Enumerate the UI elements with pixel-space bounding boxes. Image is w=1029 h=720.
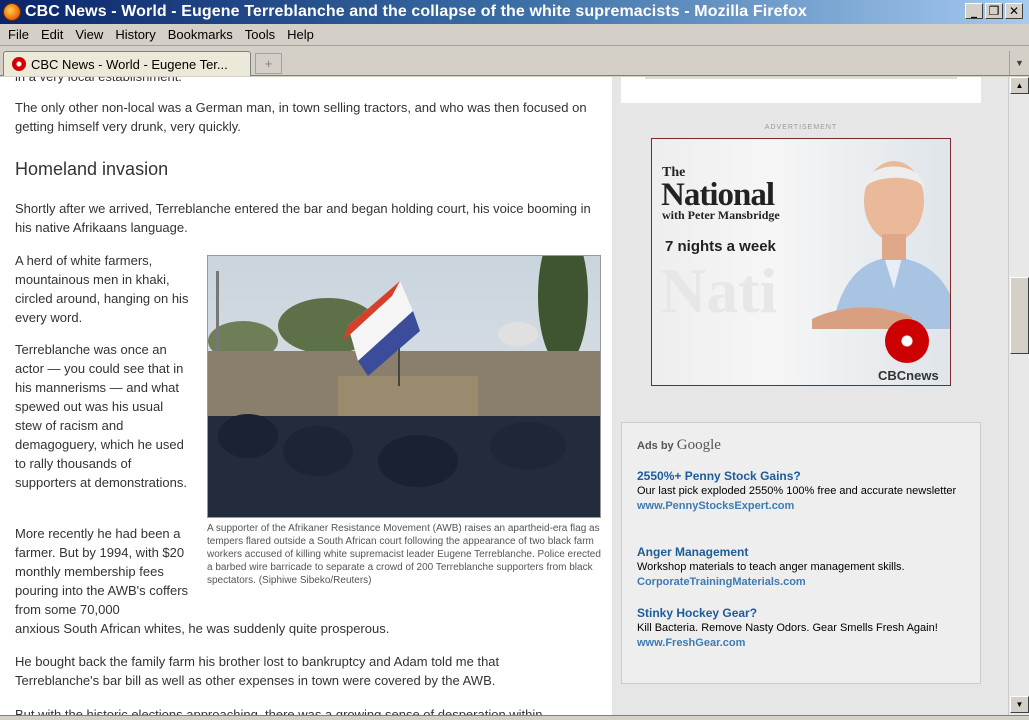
ad-title-link[interactable]: 2550%+ Penny Stock Gains?: [637, 468, 967, 484]
ad-description: Kill Bacteria. Remove Nasty Odors. Gear …: [637, 622, 938, 634]
tab-label: CBC News - World - Eugene Ter...: [31, 56, 228, 72]
article-subheading: Homeland invasion: [15, 159, 169, 179]
article-paragraph: A herd of white farmers, mountainous men…: [15, 253, 189, 325]
menu-bookmarks[interactable]: Bookmarks: [162, 27, 239, 42]
article-paragraph: The only other non-local was a German ma…: [15, 100, 587, 134]
scroll-up-arrow-icon[interactable]: ▲: [1010, 77, 1029, 94]
window-controls: _ ❐ ✕: [965, 3, 1023, 19]
ad-description: Workshop materials to teach anger manage…: [637, 561, 905, 573]
title-bar: CBC News - World - Eugene Terreblanche a…: [0, 0, 1029, 24]
window-title: CBC News - World - Eugene Terreblanche a…: [25, 3, 807, 20]
article-paragraph: He bought back the family farm his broth…: [15, 654, 500, 688]
ad-url-link[interactable]: www.FreshGear.com: [637, 636, 967, 651]
sidebar: ADVERTISEMENT Nati The National with Pet…: [612, 77, 1008, 715]
scroll-down-arrow-icon[interactable]: ▼: [1010, 696, 1029, 713]
article-body: in a very local establishment. The only …: [0, 77, 612, 715]
banner-schedule: 7 nights a week: [665, 238, 776, 255]
minimize-button[interactable]: _: [965, 3, 983, 19]
ad-title-link[interactable]: Anger Management: [637, 544, 967, 560]
ad-url-link[interactable]: www.PennyStocksExpert.com: [637, 499, 967, 514]
tab-list-chevron-down-icon[interactable]: ▼: [1009, 51, 1029, 75]
scrollbar-thumb[interactable]: [1010, 277, 1029, 354]
the-national-ad-banner[interactable]: Nati The National with Peter Mansbridge …: [651, 138, 951, 386]
cbc-favicon-icon: [12, 57, 26, 71]
protest-photo-image: [208, 256, 600, 517]
article-paragraph: But with the historic elections approach…: [15, 707, 543, 715]
tab-bar: CBC News - World - Eugene Ter... + ▼: [0, 47, 1029, 76]
photo-caption: A supporter of the Afrikaner Resistance …: [207, 523, 601, 586]
article-paragraph-cut: in a very local establishment.: [15, 77, 595, 86]
article-paragraph: More recently he had been a farmer. But …: [15, 526, 189, 617]
anchor-portrait-image: [812, 161, 950, 329]
menu-history[interactable]: History: [109, 27, 161, 42]
menu-file[interactable]: File: [2, 27, 35, 42]
divider: [645, 77, 957, 79]
article-paragraph: Terreblanche was once an actor — you cou…: [15, 342, 187, 490]
sidebar-top-box: [621, 77, 981, 103]
google-ad-item: Stinky Hockey Gear? Kill Bacteria. Remov…: [637, 605, 967, 651]
ads-by-text: Ads by: [637, 440, 674, 452]
ads-by-google-label[interactable]: Ads by Google: [637, 437, 721, 454]
cbc-gem-logo-icon: [885, 319, 929, 363]
tab-cbc-news[interactable]: CBC News - World - Eugene Ter...: [3, 51, 251, 76]
advertisement-label: ADVERTISEMENT: [764, 124, 838, 131]
maximize-button[interactable]: ❐: [985, 3, 1003, 19]
menu-view[interactable]: View: [69, 27, 109, 42]
menu-help[interactable]: Help: [281, 27, 320, 42]
vertical-scrollbar[interactable]: ▲ ▼: [1008, 77, 1029, 715]
banner-watermark-text: Nati: [660, 255, 778, 326]
menu-tools[interactable]: Tools: [239, 27, 281, 42]
google-ad-item: Anger Management Workshop materials to t…: [637, 544, 967, 590]
article-paragraph-continued: anxious South African whites, he was sud…: [15, 621, 390, 636]
status-bar: [0, 715, 1029, 720]
google-ads-box: Ads by Google 2550%+ Penny Stock Gains? …: [621, 422, 981, 684]
google-ad-item: 2550%+ Penny Stock Gains? Our last pick …: [637, 468, 967, 514]
article-photo[interactable]: [207, 255, 601, 518]
banner-cbc-news-logo: CBCnews: [878, 368, 939, 383]
menu-bar: File Edit View History Bookmarks Tools H…: [0, 24, 1029, 46]
firefox-icon: [3, 3, 21, 21]
ad-url-link[interactable]: CorporateTrainingMaterials.com: [637, 575, 967, 590]
article-paragraph: Shortly after we arrived, Terreblanche e…: [15, 201, 591, 235]
menu-edit[interactable]: Edit: [35, 27, 69, 42]
google-logo-text: Google: [676, 437, 721, 453]
banner-host: with Peter Mansbridge: [662, 208, 780, 222]
close-button[interactable]: ✕: [1005, 3, 1023, 19]
new-tab-button[interactable]: +: [255, 53, 282, 74]
page-viewport: in a very local establishment. The only …: [0, 77, 1008, 715]
ad-title-link[interactable]: Stinky Hockey Gear?: [637, 605, 967, 621]
ad-description: Our last pick exploded 2550% 100% free a…: [637, 485, 957, 497]
